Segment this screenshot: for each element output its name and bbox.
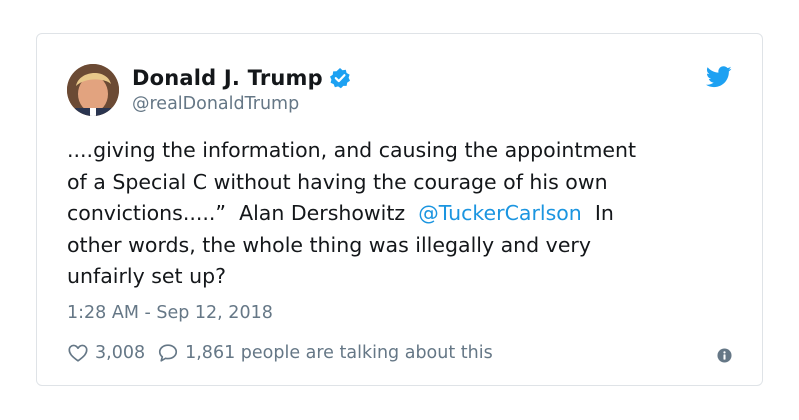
twitter-bird-icon[interactable]: [705, 66, 732, 88]
mention-link[interactable]: @TuckerCarlson: [418, 201, 582, 225]
tweet-text-line-3a: convictions.....” Alan Dershowitz: [67, 201, 419, 225]
info-icon[interactable]: [717, 348, 732, 363]
author-handle[interactable]: @realDonaldTrump: [132, 93, 299, 115]
tweet-text-line-1: ....giving the information, and causing …: [67, 138, 637, 162]
tweet-timestamp[interactable]: 1:28 AM - Sep 12, 2018: [67, 302, 273, 324]
author-display-name[interactable]: Donald J. Trump: [132, 66, 323, 90]
tweet-actions: 3,008 1,861 people are talking about thi…: [67, 342, 493, 364]
talking-count[interactable]: 1,861 people are talking about this: [185, 342, 493, 364]
tweet-text: ....giving the information, and causing …: [67, 135, 747, 293]
tweet-card[interactable]: Donald J. Trump @realDonaldTrump ....giv…: [36, 33, 763, 386]
tweet-text-line-4: other words, the whole thing was illegal…: [67, 232, 591, 257]
tweet-text-line-3b: In: [581, 201, 614, 225]
speech-bubble-icon[interactable]: [157, 342, 179, 364]
tweet-text-line-5: unfairly set up?: [67, 264, 226, 288]
author-name-row[interactable]: Donald J. Trump: [132, 66, 351, 90]
heart-icon[interactable]: [67, 342, 89, 364]
likes-count[interactable]: 3,008: [95, 342, 145, 364]
avatar-image: [67, 64, 119, 116]
tweet-text-line-2: of a Special C without having the courag…: [67, 169, 608, 194]
verified-badge-icon: [329, 67, 351, 89]
avatar[interactable]: [67, 64, 119, 116]
